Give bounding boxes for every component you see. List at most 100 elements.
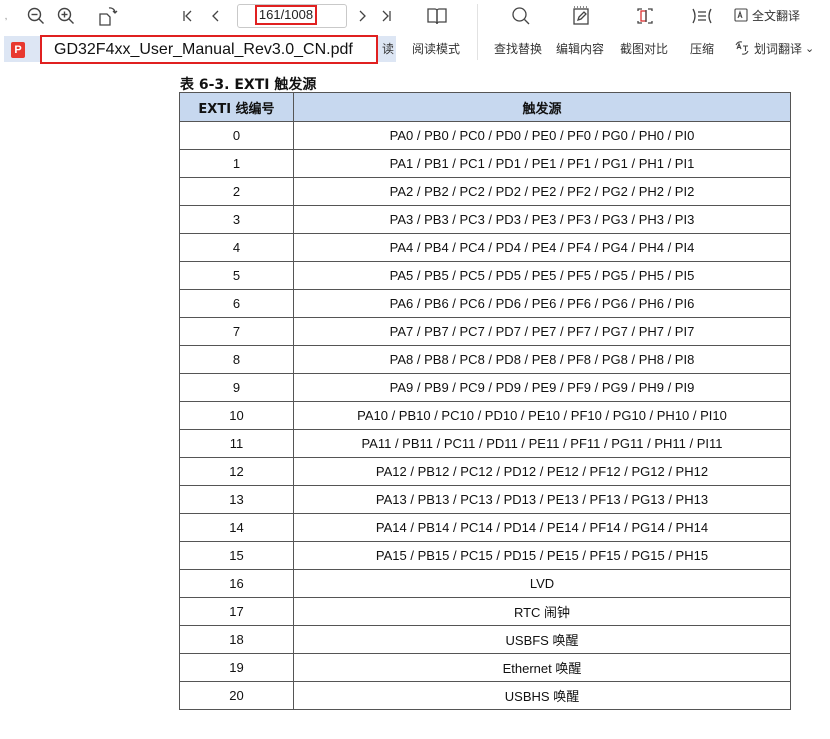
table-row: 13 PA13 / PB13 / PC13 / PD13 / PE13 / PF1… xyxy=(179,485,791,514)
edit-content-label: 编辑内容 xyxy=(556,42,605,56)
line-number-cell: 20 xyxy=(179,681,294,710)
chevron-left-icon xyxy=(212,10,219,22)
table-row: 5 PA5 / PB5 / PC5 / PD5 / PE5 / PF5 / PG5… xyxy=(179,261,791,290)
line-number-cell: 16 xyxy=(179,569,294,598)
first-page-icon xyxy=(183,10,192,22)
table-row: 4 PA4 / PB4 / PC4 / PD4 / PE4 / PF4 / PG4… xyxy=(179,233,791,262)
source-cell: PA14 / PB14 / PC14 / PD14 / PE14 / PF14 … xyxy=(293,513,791,542)
zoom-in-button[interactable] xyxy=(54,5,78,27)
full-text-translate-label: 全文翻译 xyxy=(752,8,801,23)
reading-mode-button[interactable] xyxy=(420,3,454,29)
toolbar: , 161/1008 P GD32F4xx_User_Manual_Rev3.0… xyxy=(0,0,830,70)
source-cell: PA4 / PB4 / PC4 / PD4 / PE4 / PF4 / PG4 … xyxy=(293,233,791,262)
chevron-down-icon[interactable]: ⌄ xyxy=(805,42,814,55)
last-page-button[interactable] xyxy=(378,6,394,26)
table-row: 0 PA0 / PB0 / PC0 / PD0 / PE0 / PF0 / PG0… xyxy=(179,121,791,150)
prev-page-button[interactable] xyxy=(208,6,224,26)
table-row: 8 PA8 / PB8 / PC8 / PD8 / PE8 / PF8 / PG8… xyxy=(179,345,791,374)
line-number-cell: 0 xyxy=(179,121,294,150)
cut-off-text-line xyxy=(0,725,830,739)
table-row: 2 PA2 / PB2 / PC2 / PD2 / PE2 / PF2 / PG2… xyxy=(179,177,791,206)
compress-button[interactable] xyxy=(689,3,715,29)
line-number-cell: 5 xyxy=(179,261,294,290)
table-row: 9 PA9 / PB9 / PC9 / PD9 / PE9 / PF9 / PG9… xyxy=(179,373,791,402)
source-cell: USBFS 唤醒 xyxy=(293,625,791,654)
compress-icon xyxy=(692,8,712,24)
read-label-partial: 读 xyxy=(382,42,395,56)
source-cell: PA13 / PB13 / PC13 / PD13 / PE13 / PF13 … xyxy=(293,485,791,514)
line-number-cell: 10 xyxy=(179,401,294,430)
left-edge-glyph: , xyxy=(4,10,8,22)
next-page-button[interactable] xyxy=(354,6,370,26)
source-cell: PA15 / PB15 / PC15 / PD15 / PE15 / PF15 … xyxy=(293,541,791,570)
table-row: 16 LVD xyxy=(179,569,791,598)
source-cell: PA0 / PB0 / PC0 / PD0 / PE0 / PF0 / PG0 … xyxy=(293,121,791,150)
screenshot-compare-icon xyxy=(637,8,653,24)
table-row: 17 RTC 闹钟 xyxy=(179,597,791,626)
screenshot-compare-label: 截图对比 xyxy=(620,42,669,56)
line-number-cell: 14 xyxy=(179,513,294,542)
source-cell: PA1 / PB1 / PC1 / PD1 / PE1 / PF1 / PG1 … xyxy=(293,149,791,178)
table-row: 20 USBHS 唤醒 xyxy=(179,681,791,710)
source-cell: PA3 / PB3 / PC3 / PD3 / PE3 / PF3 / PG3 … xyxy=(293,205,791,234)
line-number-cell: 6 xyxy=(179,289,294,318)
reading-mode-label: 阅读模式 xyxy=(412,42,461,56)
rotate-page-button[interactable] xyxy=(94,3,122,29)
line-number-cell: 9 xyxy=(179,373,294,402)
word-translate-button[interactable]: 划词翻译 ⌄ xyxy=(734,37,830,59)
line-number-cell: 8 xyxy=(179,345,294,374)
rotate-icon xyxy=(99,7,118,26)
page-number-input[interactable]: 161/1008 xyxy=(255,5,317,25)
zoom-out-icon xyxy=(27,7,44,24)
line-number-cell: 12 xyxy=(179,457,294,486)
first-page-button[interactable] xyxy=(180,6,196,26)
source-cell: PA7 / PB7 / PC7 / PD7 / PE7 / PF7 / PG7 … xyxy=(293,317,791,346)
table-row: 1 PA1 / PB1 / PC1 / PD1 / PE1 / PF1 / PG1… xyxy=(179,149,791,178)
edit-content-button[interactable] xyxy=(568,3,594,29)
source-cell: PA11 / PB11 / PC11 / PD11 / PE11 / PF11 … xyxy=(293,429,791,458)
word-translate-label: 划词翻译 xyxy=(754,41,803,56)
source-cell: PA8 / PB8 / PC8 / PD8 / PE8 / PF8 / PG8 … xyxy=(293,345,791,374)
table-row: 19 Ethernet 唤醒 xyxy=(179,653,791,682)
pdf-file-icon: P xyxy=(11,42,25,58)
compress-label: 压缩 xyxy=(690,42,715,56)
line-number-cell: 13 xyxy=(179,485,294,514)
line-number-cell: 7 xyxy=(179,317,294,346)
zoom-out-button[interactable] xyxy=(24,5,48,27)
source-cell: PA6 / PB6 / PC6 / PD6 / PE6 / PF6 / PG6 … xyxy=(293,289,791,318)
table-row: 11 PA11 / PB11 / PC11 / PD11 / PE11 / PF1… xyxy=(179,429,791,458)
find-replace-label: 查找替换 xyxy=(494,42,543,56)
file-tab[interactable]: P GD32F4xx_User_Manual_Rev3.0_CN.pdf xyxy=(11,35,378,64)
line-number-cell: 4 xyxy=(179,233,294,262)
header-line-number: EXTI 线编号 xyxy=(179,92,294,122)
source-cell: Ethernet 唤醒 xyxy=(293,653,791,682)
line-number-cell: 11 xyxy=(179,429,294,458)
toolbar-divider xyxy=(477,4,478,60)
table-header-row: EXTI 线编号 触发源 xyxy=(179,92,791,122)
source-cell: PA9 / PB9 / PC9 / PD9 / PE9 / PF9 / PG9 … xyxy=(293,373,791,402)
translate-icon xyxy=(734,8,748,22)
table-row: 18 USBFS 唤醒 xyxy=(179,625,791,654)
exti-table: EXTI 线编号 触发源 0 PA0 / PB0 / PC0 / PD0 / PE… xyxy=(179,92,791,710)
page-number-box[interactable]: 161/1008 xyxy=(237,4,347,28)
source-cell: USBHS 唤醒 xyxy=(293,681,791,710)
source-cell: PA5 / PB5 / PC5 / PD5 / PE5 / PF5 / PG5 … xyxy=(293,261,791,290)
table-row: 3 PA3 / PB3 / PC3 / PD3 / PE3 / PF3 / PG3… xyxy=(179,205,791,234)
last-page-icon xyxy=(382,10,391,22)
table-row: 7 PA7 / PB7 / PC7 / PD7 / PE7 / PF7 / PG7… xyxy=(179,317,791,346)
header-trigger-source: 触发源 xyxy=(293,92,791,122)
screenshot-compare-button[interactable] xyxy=(632,3,658,29)
line-number-cell: 3 xyxy=(179,205,294,234)
table-row: 6 PA6 / PB6 / PC6 / PD6 / PE6 / PF6 / PG6… xyxy=(179,289,791,318)
zoom-in-icon xyxy=(57,7,74,24)
full-text-translate-button[interactable]: 全文翻译 xyxy=(734,4,820,26)
line-number-cell: 19 xyxy=(179,653,294,682)
line-number-cell: 1 xyxy=(179,149,294,178)
source-cell: PA10 / PB10 / PC10 / PD10 / PE10 / PF10 … xyxy=(293,401,791,430)
table-row: 10 PA10 / PB10 / PC10 / PD10 / PE10 / PF1… xyxy=(179,401,791,430)
word-translate-icon xyxy=(735,41,749,55)
line-number-cell: 15 xyxy=(179,541,294,570)
source-cell: PA12 / PB12 / PC12 / PD12 / PE12 / PF12 … xyxy=(293,457,791,486)
chevron-right-icon xyxy=(359,10,366,22)
find-replace-button[interactable] xyxy=(508,3,534,29)
